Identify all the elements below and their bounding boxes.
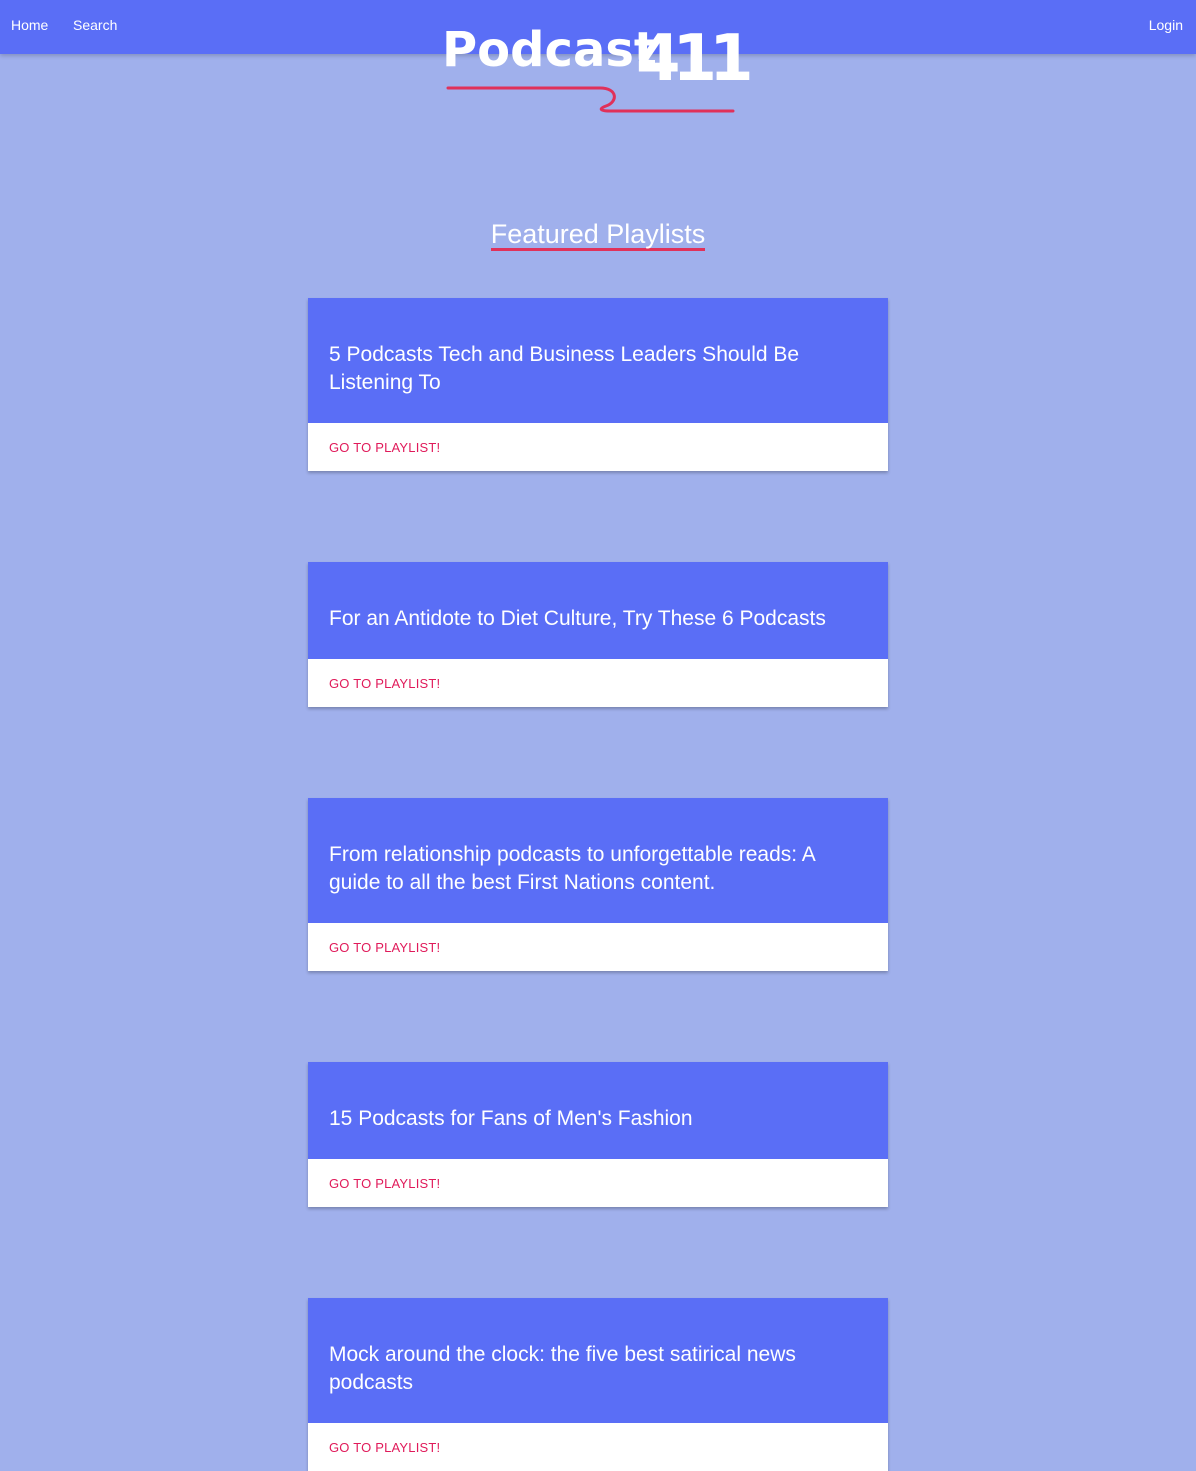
playlist-title: From relationship podcasts to unforgetta… xyxy=(308,798,888,923)
nav-home-link[interactable]: Home xyxy=(11,17,48,33)
playlist-title: 15 Podcasts for Fans of Men's Fashion xyxy=(308,1062,888,1159)
logo-graphic: 411 xyxy=(446,22,750,113)
playlist-card: Mock around the clock: the five best sat… xyxy=(308,1298,888,1471)
section-title-text: Featured Playlists xyxy=(490,219,706,251)
go-to-playlist-button[interactable]: GO TO PLAYLIST! xyxy=(308,423,888,471)
podcast411-logo[interactable]: Podcast 411 xyxy=(440,18,750,118)
playlist-title: Mock around the clock: the five best sat… xyxy=(308,1298,888,1423)
section-title: Featured Playlists xyxy=(0,218,1196,251)
playlist-card: 5 Podcasts Tech and Business Leaders Sho… xyxy=(308,298,888,471)
playlist-title: For an Antidote to Diet Culture, Try The… xyxy=(308,562,888,659)
go-to-playlist-button[interactable]: GO TO PLAYLIST! xyxy=(308,1423,888,1471)
go-to-playlist-button[interactable]: GO TO PLAYLIST! xyxy=(308,923,888,971)
nav-login-link[interactable]: Login xyxy=(1149,17,1183,33)
logo-number: 411 xyxy=(636,22,750,96)
go-to-playlist-button[interactable]: GO TO PLAYLIST! xyxy=(308,659,888,707)
playlist-title: 5 Podcasts Tech and Business Leaders Sho… xyxy=(308,298,888,423)
playlist-card: For an Antidote to Diet Culture, Try The… xyxy=(308,562,888,707)
playlist-card: 15 Podcasts for Fans of Men's Fashion GO… xyxy=(308,1062,888,1207)
playlist-card: From relationship podcasts to unforgetta… xyxy=(308,798,888,971)
go-to-playlist-button[interactable]: GO TO PLAYLIST! xyxy=(308,1159,888,1207)
nav-search-link[interactable]: Search xyxy=(73,17,117,33)
